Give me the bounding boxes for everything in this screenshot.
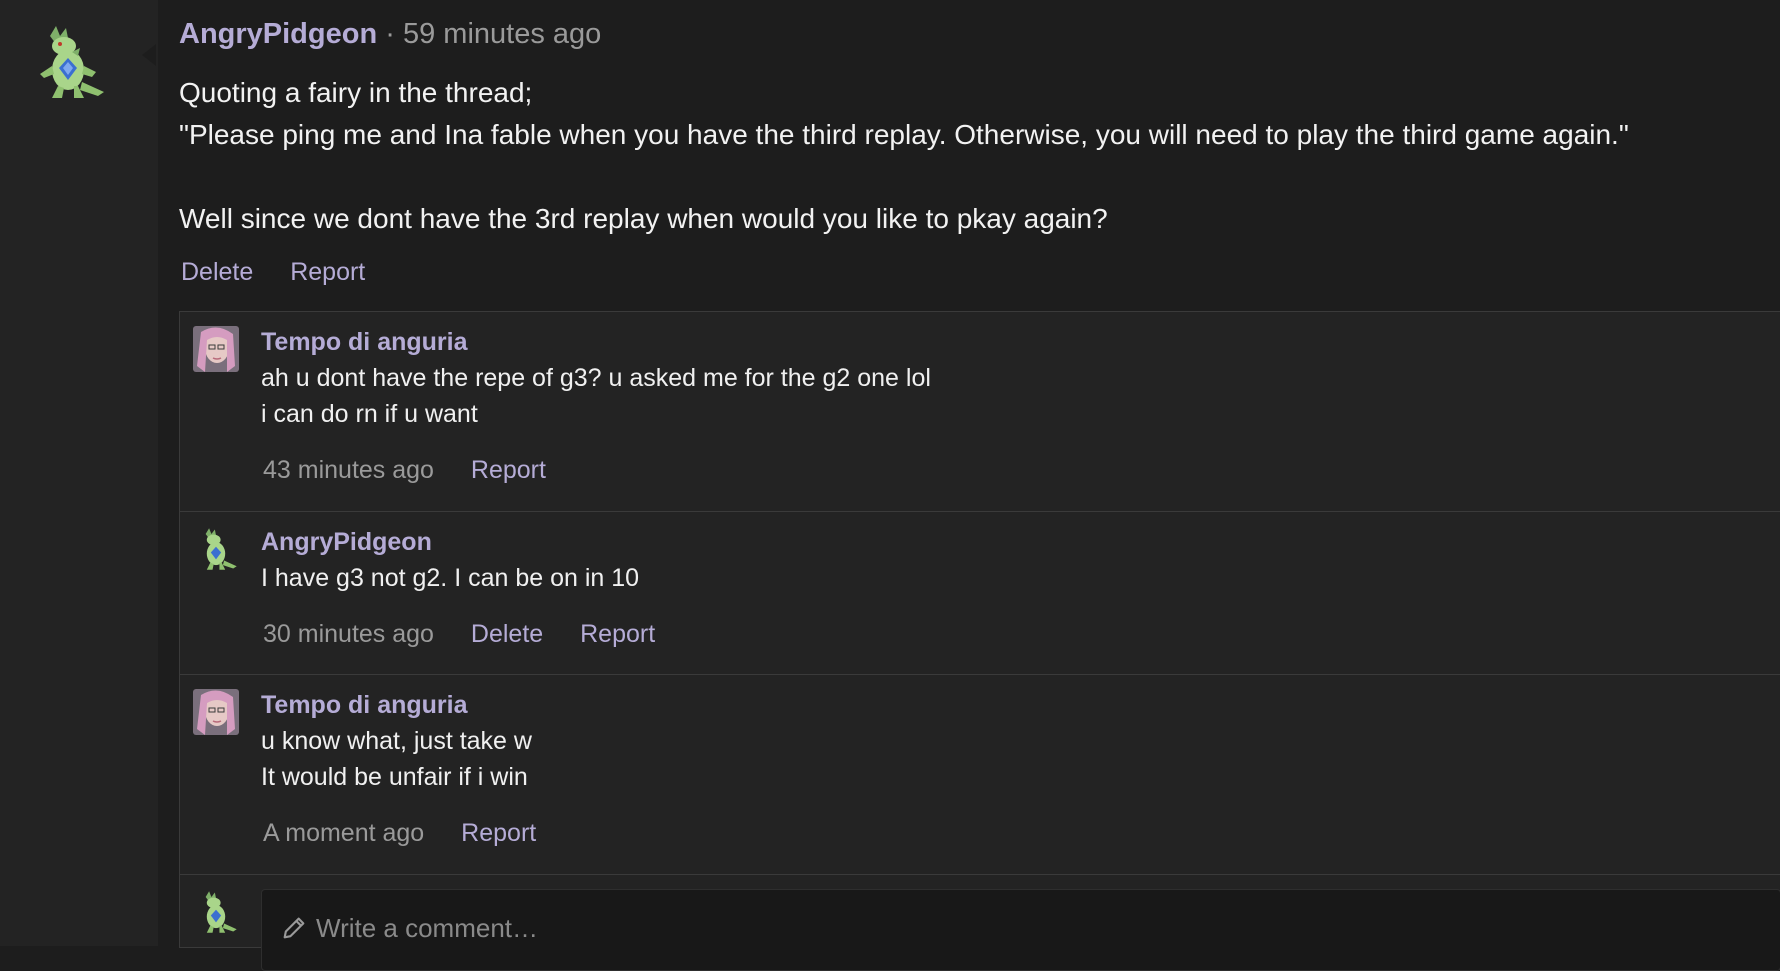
reply-line: u know what, just take w xyxy=(261,727,532,755)
reply-line: It would be unfair if i win xyxy=(261,763,528,791)
report-button[interactable]: Report xyxy=(461,819,536,847)
reply-text: I have g3 not g2. I can be on in 10 xyxy=(261,560,639,596)
delete-button[interactable]: Delete xyxy=(471,620,543,648)
avatar[interactable] xyxy=(193,326,239,372)
post-actions: Delete Report xyxy=(181,258,395,287)
reply-author[interactable]: Tempo di anguria xyxy=(261,328,468,357)
replies-thread: Tempo di anguria ah u dont have the repe… xyxy=(179,311,1780,971)
comment-input[interactable] xyxy=(314,912,918,945)
reply-timestamp[interactable]: 43 minutes ago xyxy=(263,456,434,484)
reply-item: AngryPidgeon I have g3 not g2. I can be … xyxy=(180,512,1780,675)
comment-box[interactable] xyxy=(261,889,1780,971)
post-author[interactable]: AngryPidgeon xyxy=(179,18,377,50)
reply-item: Tempo di anguria ah u dont have the repe… xyxy=(180,312,1780,512)
reply-meta: 43 minutes ago Report xyxy=(263,456,576,485)
reply-timestamp[interactable]: 30 minutes ago xyxy=(263,620,434,648)
reply-author[interactable]: AngryPidgeon xyxy=(261,528,432,557)
reply-author[interactable]: Tempo di anguria xyxy=(261,691,468,720)
avatar[interactable] xyxy=(193,689,239,735)
comment-composer xyxy=(180,875,1780,971)
post-pointer xyxy=(142,44,156,66)
left-gutter xyxy=(0,0,158,946)
reply-item: Tempo di anguria u know what, just take … xyxy=(180,675,1780,875)
post-line: "Please ping me and Ina fable when you h… xyxy=(179,119,1629,150)
report-button[interactable]: Report xyxy=(580,620,655,648)
header-separator: · xyxy=(385,18,395,50)
comment-post: AngryPidgeon · 59 minutes ago Quoting a … xyxy=(158,0,1780,971)
post-line: Quoting a fairy in the thread; xyxy=(179,77,533,108)
reply-text: u know what, just take w It would be unf… xyxy=(261,723,532,795)
reply-timestamp[interactable]: A moment ago xyxy=(263,819,424,847)
post-body: Quoting a fairy in the thread; "Please p… xyxy=(179,72,1629,240)
report-button[interactable]: Report xyxy=(471,456,546,484)
report-button[interactable]: Report xyxy=(290,258,365,286)
reply-line: i can do rn if u want xyxy=(261,400,478,428)
post-header: AngryPidgeon · 59 minutes ago xyxy=(179,18,601,51)
pencil-icon xyxy=(283,917,305,939)
reply-text: ah u dont have the repe of g3? u asked m… xyxy=(261,360,931,432)
reply-line: I have g3 not g2. I can be on in 10 xyxy=(261,564,640,592)
post-line: Well since we dont have the 3rd replay w… xyxy=(179,203,1108,234)
reply-line: ah u dont have the repe of g3? u asked m… xyxy=(261,364,931,392)
reply-meta: 30 minutes ago Delete Report xyxy=(263,620,685,649)
reply-meta: A moment ago Report xyxy=(263,819,566,848)
avatar[interactable] xyxy=(28,22,108,102)
post-timestamp[interactable]: 59 minutes ago xyxy=(403,18,601,50)
avatar[interactable] xyxy=(193,526,239,572)
delete-button[interactable]: Delete xyxy=(181,258,253,286)
avatar[interactable] xyxy=(193,889,239,935)
